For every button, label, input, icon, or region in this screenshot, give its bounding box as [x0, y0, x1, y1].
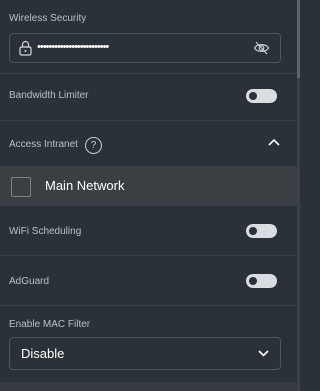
- password-value: •••••••••••••••••••••••••: [37, 41, 109, 53]
- network-option-main[interactable]: Main Network: [0, 166, 297, 206]
- chevron-down-icon: [258, 350, 269, 357]
- eye-off-icon[interactable]: [253, 40, 270, 56]
- scrollbar-thumb[interactable]: [297, 0, 300, 78]
- mac-filter-label: Enable MAC Filter: [9, 319, 91, 330]
- bottom-strip: [0, 382, 297, 391]
- wireless-password-field[interactable]: •••••••••••••••••••••••••: [9, 33, 281, 63]
- lock-icon: [19, 40, 32, 56]
- toggle-knob: [249, 92, 257, 100]
- toggle-knob: [249, 227, 257, 235]
- help-icon[interactable]: ?: [85, 137, 102, 154]
- wifi-scheduling-toggle[interactable]: [246, 224, 277, 238]
- mac-filter-value: Disable: [21, 346, 65, 361]
- bandwidth-limiter-toggle[interactable]: [246, 89, 277, 103]
- network-checkbox[interactable]: [11, 177, 31, 197]
- mac-filter-select[interactable]: Disable: [9, 337, 281, 370]
- adguard-toggle[interactable]: [246, 274, 277, 288]
- access-intranet-label: Access Intranet: [9, 139, 78, 150]
- wireless-security-label: Wireless Security: [9, 13, 87, 24]
- chevron-up-icon[interactable]: [268, 138, 280, 146]
- network-label: Main Network: [45, 178, 125, 193]
- divider: [0, 255, 297, 256]
- divider: [0, 120, 297, 121]
- scrollbar[interactable]: [297, 0, 300, 391]
- divider: [0, 73, 297, 74]
- bandwidth-limiter-label: Bandwidth Limiter: [9, 90, 89, 101]
- toggle-knob: [249, 277, 257, 285]
- adguard-label: AdGuard: [9, 276, 50, 287]
- wifi-scheduling-label: WiFi Scheduling: [9, 226, 82, 237]
- divider: [0, 305, 297, 306]
